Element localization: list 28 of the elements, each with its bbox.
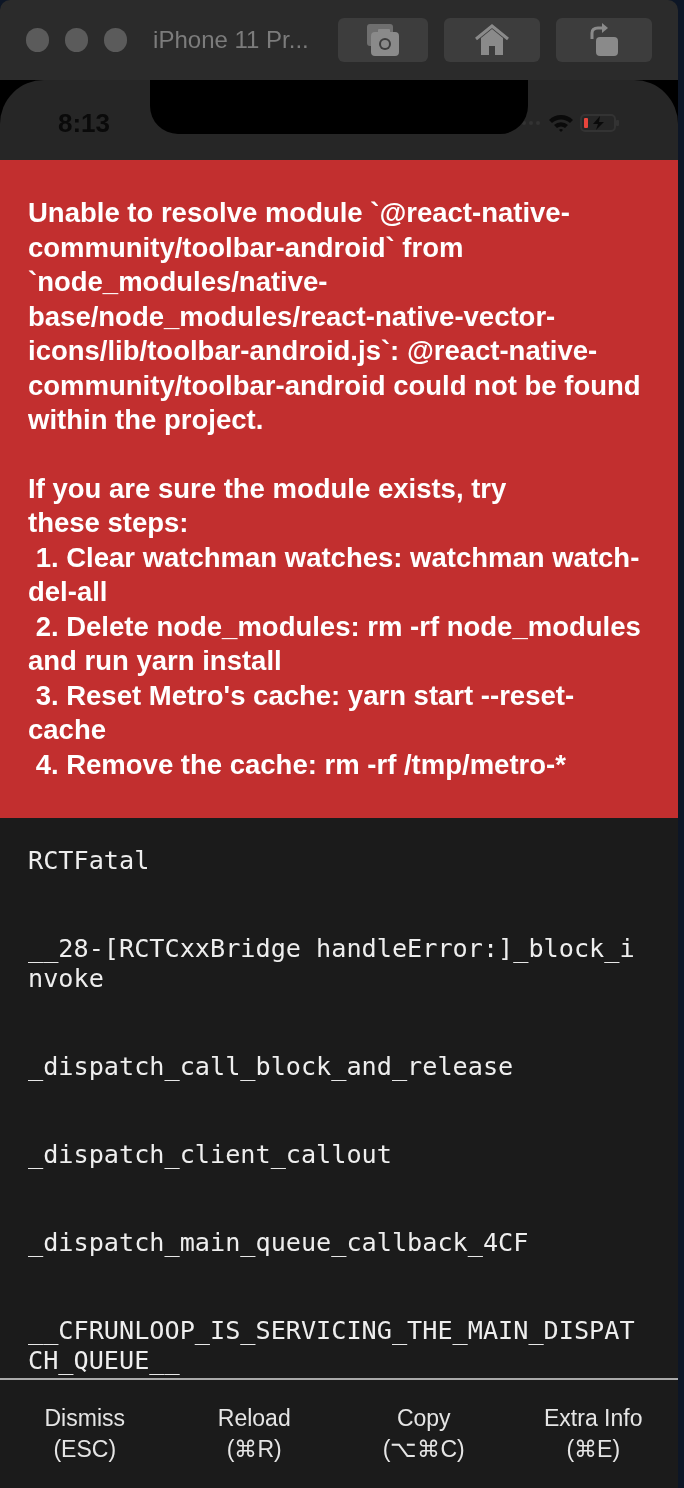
stack-frame: _dispatch_call_block_and_release xyxy=(28,1052,640,1082)
action-button[interactable]: Reload (⌘R) xyxy=(169,1403,339,1465)
action-button[interactable]: Dismiss (ESC) xyxy=(0,1403,170,1465)
stack-frame: RCTFatal xyxy=(28,846,640,876)
battery-icon xyxy=(580,113,620,133)
camera-icon xyxy=(365,22,401,58)
window-control[interactable] xyxy=(104,28,128,52)
error-step: 4. Remove the cache: rm -rf /tmp/metro-* xyxy=(28,747,648,782)
screenshot-button[interactable] xyxy=(338,18,428,62)
action-button[interactable]: Copy (⌥⌘C) xyxy=(339,1403,509,1465)
window-control[interactable] xyxy=(26,28,50,52)
home-button[interactable] xyxy=(444,18,540,62)
wifi-icon xyxy=(548,113,574,133)
rotate-button[interactable] xyxy=(556,18,652,62)
action-button[interactable]: Extra Info (⌘E) xyxy=(508,1403,678,1465)
error-step: 1. Clear watchman watches: watchman watch-del-all xyxy=(28,540,648,610)
home-icon xyxy=(474,24,510,56)
error-message: Unable to resolve module `@react-native-community/toolbar-android` from `node_modules/native-base/node_modules/react-native-vector-icons/lib/toolbar-android.js`: @react-native-community/toolbar-android could not be found within the project. xyxy=(28,196,642,437)
stack-frame: __28-[RCTCxxBridge handleError:]_block_invoke xyxy=(28,934,640,994)
window-title: iPhone 11 Pr... xyxy=(153,25,310,55)
rotate-icon xyxy=(588,23,620,57)
stack-frame: _dispatch_client_callout xyxy=(28,1140,640,1170)
stack-frame: _dispatch_main_queue_callback_4CF xyxy=(28,1228,640,1258)
error-step: 3. Reset Metro's cache: yarn start --reset-cache xyxy=(28,678,648,748)
error-hint: If you are sure the module exists, try these steps: xyxy=(28,471,508,540)
window-control[interactable] xyxy=(65,28,89,52)
error-step: 2. Delete node_modules: rm -rf node_modules and run yarn install xyxy=(28,609,648,679)
stack-frame: __CFRUNLOOP_IS_SERVICING_THE_MAIN_DISPATCH_QUEUE__ xyxy=(28,1316,640,1376)
